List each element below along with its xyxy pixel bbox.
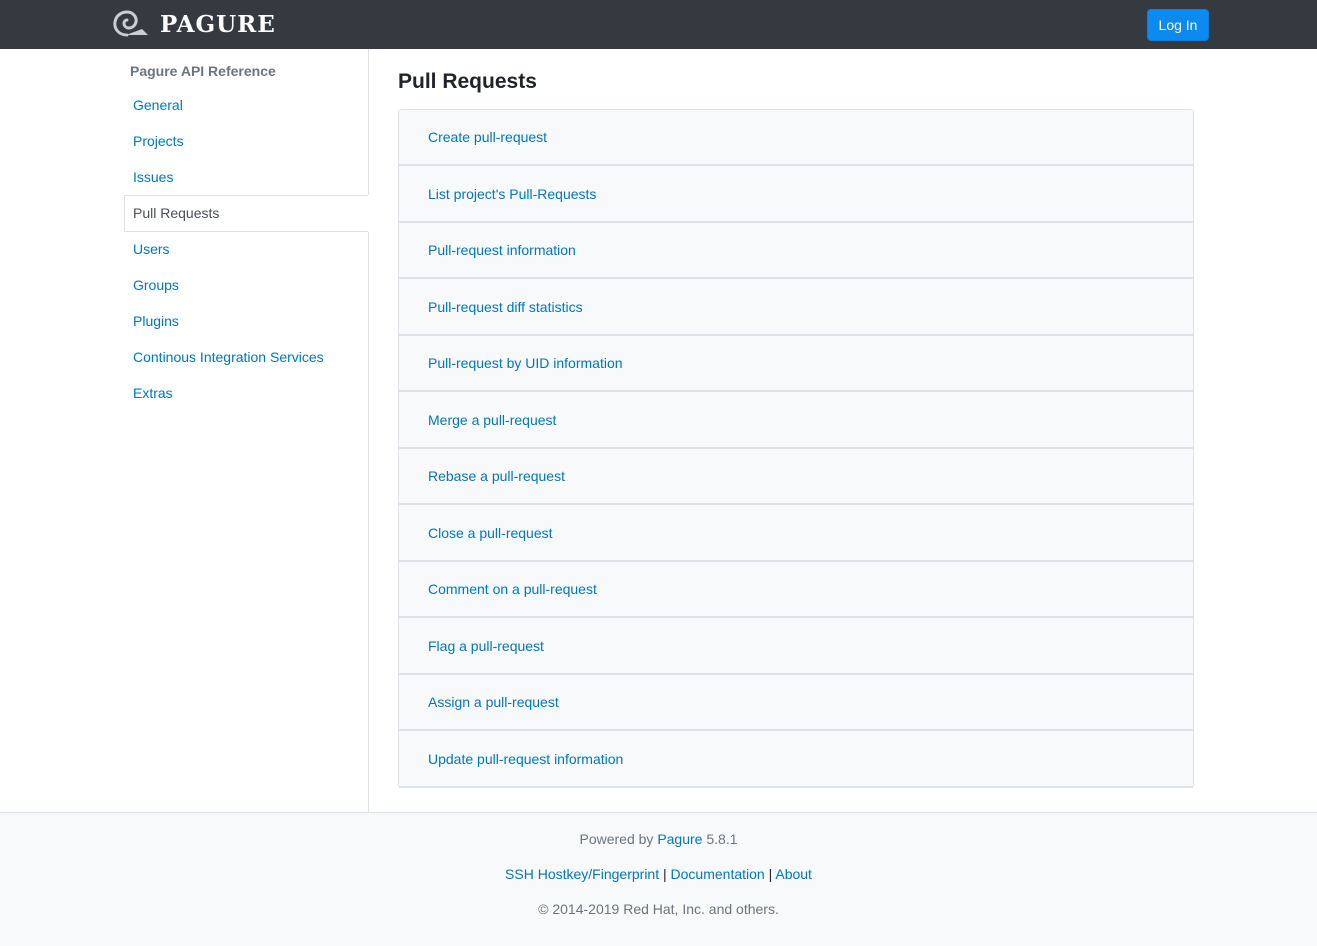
list-item: Pull-request information (399, 223, 1193, 279)
sidebar (0, 49, 369, 813)
footer-links: SSH Hostkey/Fingerprint | Documentation … (0, 866, 1317, 882)
endpoint-link-rebase[interactable]: Rebase a pull-request (428, 468, 565, 484)
sidebar-item-issues[interactable]: Issues (133, 159, 173, 195)
endpoint-link-merge[interactable]: Merge a pull-request (428, 412, 556, 428)
brand-name: PAGURE (160, 10, 276, 38)
endpoint-link-comment[interactable]: Comment on a pull-request (428, 581, 597, 597)
powered-by-text: Powered by (579, 831, 654, 847)
endpoint-link-flag[interactable]: Flag a pull-request (428, 638, 544, 654)
list-item: Pull-request by UID information (399, 336, 1193, 392)
sidebar-item-groups[interactable]: Groups (133, 267, 179, 303)
endpoint-link-close[interactable]: Close a pull-request (428, 525, 553, 541)
endpoint-link-assign[interactable]: Assign a pull-request (428, 694, 559, 710)
list-item: Close a pull-request (399, 505, 1193, 562)
sidebar-item-extras[interactable]: Extras (133, 375, 173, 411)
sidebar-active-gap (368, 195, 369, 232)
pagure-link[interactable]: Pagure (657, 831, 702, 847)
endpoint-link-create-pull-request[interactable]: Create pull-request (428, 129, 547, 145)
sidebar-divider (368, 49, 369, 812)
list-item: Flag a pull-request (399, 618, 1193, 675)
sidebar-item-users[interactable]: Users (133, 231, 170, 267)
endpoint-link-update[interactable]: Update pull-request information (428, 751, 623, 767)
footer: Powered by Pagure 5.8.1 SSH Hostkey/Fing… (0, 812, 1317, 946)
pagure-logo-icon (113, 10, 148, 37)
footer-separator: | (663, 866, 667, 882)
endpoint-list: Create pull-request List project's Pull-… (398, 109, 1194, 788)
sidebar-item-general[interactable]: General (133, 87, 183, 123)
ssh-hostkey-link[interactable]: SSH Hostkey/Fingerprint (505, 866, 659, 882)
version-text: 5.8.1 (706, 831, 738, 847)
endpoint-link-by-uid[interactable]: Pull-request by UID information (428, 355, 623, 371)
list-item: Comment on a pull-request (399, 562, 1193, 618)
documentation-link[interactable]: Documentation (671, 866, 765, 882)
page-title: Pull Requests (398, 70, 537, 93)
sidebar-item-pull-requests[interactable]: Pull Requests (133, 195, 219, 231)
list-item: Update pull-request information (399, 731, 1193, 788)
list-item: List project's Pull-Requests (399, 166, 1193, 223)
sidebar-heading: Pagure API Reference (130, 63, 276, 79)
brand-logo-link[interactable]: PAGURE (112, 8, 276, 40)
list-item: Pull-request diff statistics (399, 279, 1193, 336)
copyright-text: © 2014-2019 Red Hat, Inc. and others. (538, 901, 779, 917)
sidebar-item-projects[interactable]: Projects (133, 123, 184, 159)
endpoint-link-diff-statistics[interactable]: Pull-request diff statistics (428, 299, 583, 315)
sidebar-item-ci-services[interactable]: Continous Integration Services (133, 339, 324, 375)
top-navbar: PAGURE Log In (0, 0, 1317, 49)
about-link[interactable]: About (775, 866, 812, 882)
endpoint-link-pull-request-information[interactable]: Pull-request information (428, 242, 576, 258)
footer-powered-by: Powered by Pagure 5.8.1 (0, 831, 1317, 847)
list-item: Rebase a pull-request (399, 449, 1193, 505)
footer-separator: | (768, 866, 773, 882)
sidebar-item-plugins[interactable]: Plugins (133, 303, 179, 339)
log-in-button[interactable]: Log In (1147, 9, 1209, 41)
endpoint-link-list-pull-requests[interactable]: List project's Pull-Requests (428, 186, 596, 202)
list-item: Create pull-request (399, 110, 1193, 166)
list-item: Assign a pull-request (399, 675, 1193, 731)
list-item: Merge a pull-request (399, 392, 1193, 449)
